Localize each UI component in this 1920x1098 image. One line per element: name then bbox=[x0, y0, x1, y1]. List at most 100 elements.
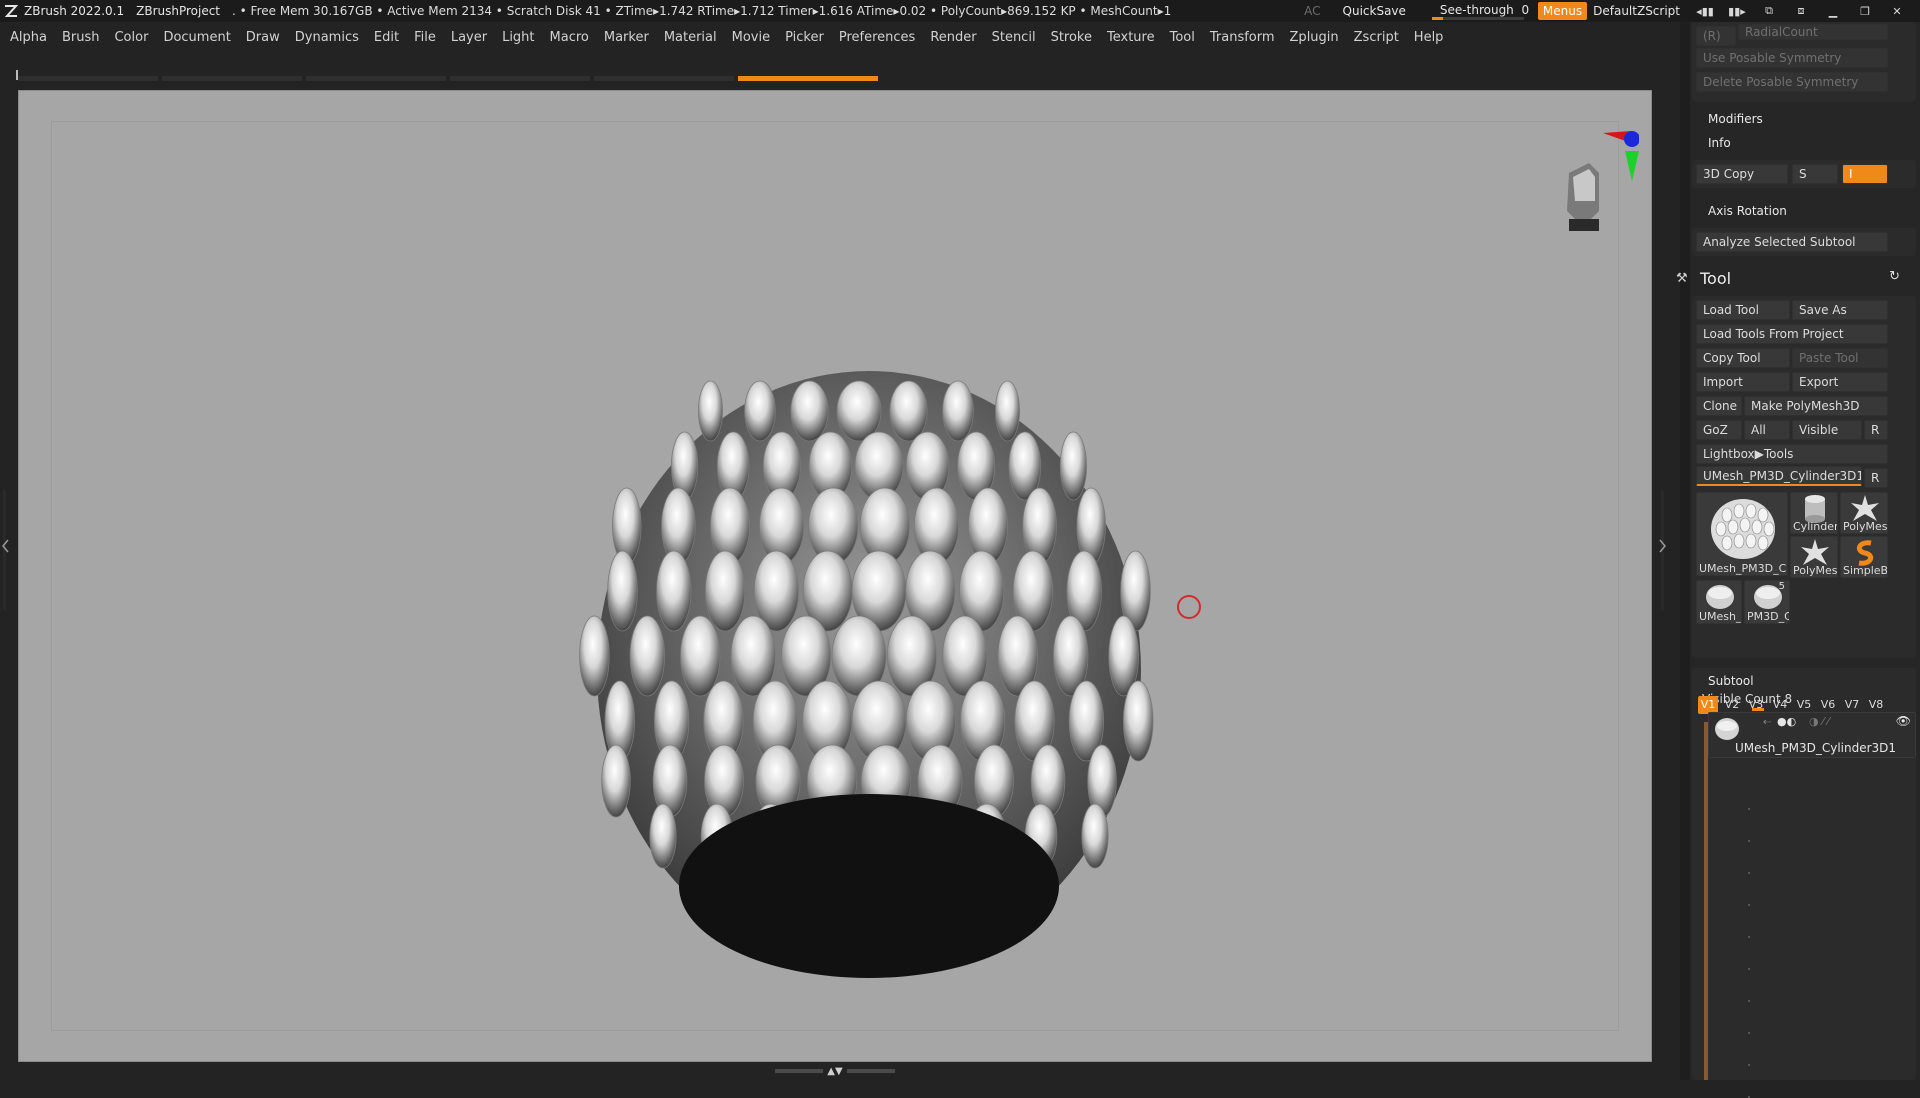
tool-palette-header[interactable]: ⚒ Tool ↻ bbox=[1676, 266, 1904, 290]
menu-preferences[interactable]: Preferences bbox=[839, 30, 915, 45]
scale-bump bbox=[579, 615, 610, 697]
sculpt-mesh[interactable] bbox=[579, 341, 1159, 981]
close-icon[interactable]: ✕ bbox=[1884, 4, 1910, 18]
default-zscript-button[interactable]: DefaultZScript bbox=[1593, 4, 1680, 18]
menu-document[interactable]: Document bbox=[163, 30, 230, 45]
tray-scrollbar[interactable] bbox=[1680, 22, 1690, 1080]
modifiers-section[interactable]: Modifiers bbox=[1708, 112, 1763, 126]
clone-button[interactable]: Clone bbox=[1696, 396, 1742, 416]
subtool-options-icon[interactable]: ◑ ⁄ ⁄ bbox=[1809, 715, 1829, 728]
menu-help[interactable]: Help bbox=[1414, 30, 1444, 45]
tool-thumb-umesh[interactable]: UMesh_PM3D_C bbox=[1696, 492, 1788, 576]
tool-thumb-pm3d-small[interactable]: 5 PM3D_C bbox=[1744, 580, 1790, 624]
save-as-button[interactable]: Save As bbox=[1792, 300, 1888, 320]
menu-stroke[interactable]: Stroke bbox=[1051, 30, 1092, 45]
maximize-icon[interactable]: ❐ bbox=[1852, 4, 1878, 18]
axis-rotation-section[interactable]: Axis Rotation bbox=[1708, 204, 1787, 218]
current-tool-r-button[interactable]: R bbox=[1864, 468, 1888, 488]
menu-dynamics[interactable]: Dynamics bbox=[295, 30, 359, 45]
ac-label[interactable]: AC bbox=[1304, 4, 1320, 18]
menu-stencil[interactable]: Stencil bbox=[992, 30, 1036, 45]
shelf-segment[interactable] bbox=[306, 76, 446, 81]
tool-thumb-cylinder[interactable]: Cylinder bbox=[1790, 492, 1838, 534]
menu-edit[interactable]: Edit bbox=[374, 30, 399, 45]
delete-posable-symmetry-button[interactable]: Delete Posable Symmetry bbox=[1696, 72, 1888, 92]
shelf-segment[interactable] bbox=[450, 76, 590, 81]
info-section[interactable]: Info bbox=[1708, 136, 1731, 150]
bottom-tray-handle[interactable]: ▲▼ bbox=[770, 1066, 900, 1077]
menu-draw[interactable]: Draw bbox=[246, 30, 280, 45]
use-posable-symmetry-button[interactable]: Use Posable Symmetry bbox=[1696, 48, 1888, 68]
menu-zscript[interactable]: Zscript bbox=[1354, 30, 1399, 45]
menu-zplugin[interactable]: Zplugin bbox=[1290, 30, 1339, 45]
minimize-icon[interactable]: ▁ bbox=[1820, 4, 1846, 18]
collapse-arrows-icon[interactable]: ▲▼ bbox=[827, 1066, 842, 1077]
orientation-gizmo[interactable] bbox=[1539, 121, 1639, 251]
menu-file[interactable]: File bbox=[414, 30, 436, 45]
paste-tool-button[interactable]: Paste Tool bbox=[1792, 348, 1888, 368]
menu-movie[interactable]: Movie bbox=[732, 30, 770, 45]
layout-right-icon[interactable]: ▮▮▸ bbox=[1724, 4, 1750, 18]
tool-thumb-simplebrush[interactable]: SimpleB bbox=[1840, 536, 1888, 578]
see-through-slider[interactable]: See-through 0 bbox=[1431, 1, 1529, 21]
subtool-toggle-icon[interactable]: ●◐ bbox=[1777, 715, 1796, 728]
copy-tool-button[interactable]: Copy Tool bbox=[1696, 348, 1790, 368]
load-tools-from-project-button[interactable]: Load Tools From Project bbox=[1696, 324, 1888, 344]
shelf-segment[interactable] bbox=[594, 76, 734, 81]
menu-material[interactable]: Material bbox=[664, 30, 717, 45]
goz-button[interactable]: GoZ bbox=[1696, 420, 1742, 440]
import-button[interactable]: Import bbox=[1696, 372, 1790, 392]
subtool-section[interactable]: Subtool bbox=[1708, 674, 1754, 688]
radial-count-slider[interactable]: RadialCount bbox=[1738, 24, 1888, 40]
tile-windows-icon[interactable]: ⧉ bbox=[1756, 4, 1782, 18]
goz-visible-button[interactable]: Visible bbox=[1792, 420, 1862, 440]
menu-layer[interactable]: Layer bbox=[451, 30, 487, 45]
3d-copy-button[interactable]: 3D Copy bbox=[1696, 164, 1788, 184]
subtool-scroll-rail[interactable] bbox=[1704, 722, 1708, 1080]
scale-bump bbox=[994, 380, 1020, 442]
menu-light[interactable]: Light bbox=[502, 30, 534, 45]
current-tool-slider[interactable]: UMesh_PM3D_Cylinder3D1. bbox=[1696, 466, 1862, 486]
menu-macro[interactable]: Macro bbox=[550, 30, 589, 45]
menu-render[interactable]: Render bbox=[930, 30, 976, 45]
menu-texture[interactable]: Texture bbox=[1107, 30, 1155, 45]
menu-marker[interactable]: Marker bbox=[604, 30, 649, 45]
menu-tool[interactable]: Tool bbox=[1170, 30, 1195, 45]
shelf-segment[interactable] bbox=[162, 76, 302, 81]
quicksave-button[interactable]: QuickSave bbox=[1343, 4, 1406, 18]
scale-bump bbox=[698, 380, 724, 442]
goz-r-button[interactable]: R bbox=[1864, 420, 1888, 440]
make-polymesh3d-button[interactable]: Make PolyMesh3D bbox=[1744, 396, 1888, 416]
restore-ui-icon[interactable]: ⧈ bbox=[1788, 4, 1814, 18]
eye-icon[interactable]: 👁 bbox=[1896, 714, 1911, 728]
load-tool-button[interactable]: Load Tool bbox=[1696, 300, 1790, 320]
canvas-viewport[interactable] bbox=[18, 90, 1652, 1062]
right-tray-handle-icon[interactable] bbox=[1658, 490, 1668, 610]
menu-color[interactable]: Color bbox=[114, 30, 148, 45]
menu-alpha[interactable]: Alpha bbox=[10, 30, 47, 45]
scale-bump bbox=[744, 380, 776, 442]
thumb-label: PolyMes bbox=[1793, 564, 1838, 577]
menu-transform[interactable]: Transform bbox=[1210, 30, 1275, 45]
tool-thumb-umesh-small[interactable]: UMesh_ bbox=[1696, 580, 1742, 624]
menus-button[interactable]: Menus bbox=[1537, 2, 1588, 20]
left-tray-handle-icon[interactable] bbox=[0, 490, 10, 610]
analyze-selected-subtool-button[interactable]: Analyze Selected Subtool bbox=[1696, 232, 1888, 252]
tool-thumb-polymesh-2[interactable]: PolyMes bbox=[1790, 536, 1838, 578]
export-button[interactable]: Export bbox=[1792, 372, 1888, 392]
layout-left-icon[interactable]: ◂▮▮ bbox=[1692, 4, 1718, 18]
shelf-segment-active[interactable] bbox=[738, 76, 878, 81]
tool-thumb-polymesh[interactable]: PolyMes bbox=[1840, 492, 1888, 534]
shelf-segment[interactable] bbox=[18, 76, 158, 81]
copy-s-button[interactable]: S bbox=[1792, 164, 1838, 184]
reset-icon[interactable]: ↻ bbox=[1889, 269, 1900, 284]
goz-all-button[interactable]: All bbox=[1744, 420, 1790, 440]
head-figure-icon bbox=[1567, 163, 1599, 231]
menu-picker[interactable]: Picker bbox=[785, 30, 824, 45]
window-controls: ◂▮▮ ▮▮▸ ⧉ ⧈ ▁ ❐ ✕ bbox=[1692, 4, 1910, 18]
lightbox-tools-button[interactable]: Lightbox▶Tools bbox=[1696, 444, 1888, 464]
copy-i-button[interactable]: I bbox=[1842, 164, 1888, 184]
menu-brush[interactable]: Brush bbox=[62, 30, 100, 45]
subtool-pin-icon[interactable]: ⇠ bbox=[1763, 717, 1771, 728]
subtool-item[interactable]: ⇠ ●◐ ◑ ⁄ ⁄ 👁 UMesh_PM3D_Cylinder3D1 bbox=[1708, 712, 1916, 758]
